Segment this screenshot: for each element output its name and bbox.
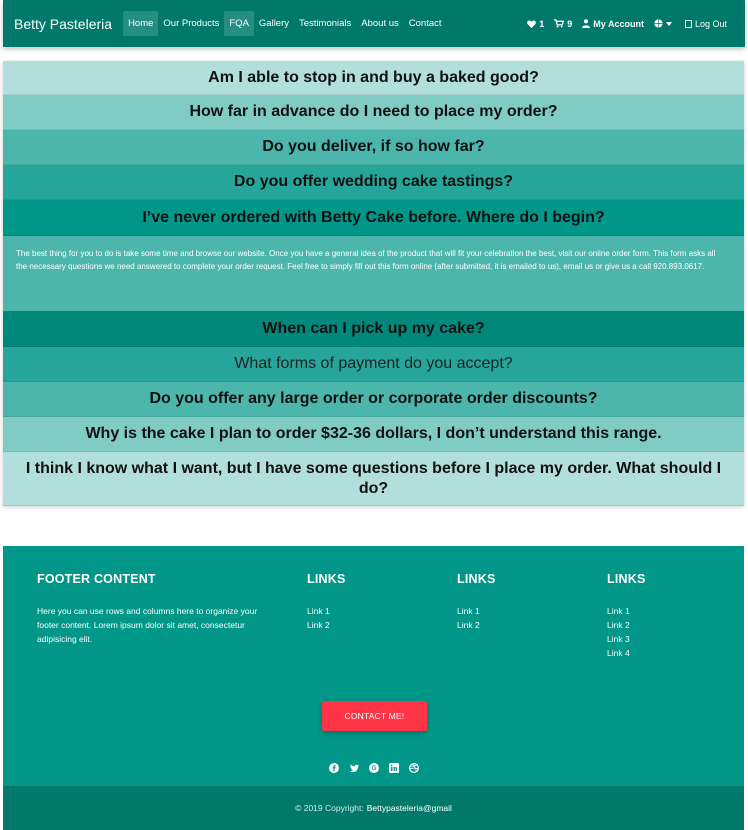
brand-logo[interactable]: Betty Pasteleria [14, 16, 112, 32]
footer: FOOTER CONTENT Here you can use rows and… [3, 546, 744, 830]
nav-contact[interactable]: Contact [404, 11, 447, 36]
svg-text:G: G [371, 766, 376, 772]
faq-question-8[interactable]: Do you offer any large order or corporat… [3, 382, 744, 417]
faq-question-9[interactable]: Why is the cake I plan to order $32-36 d… [3, 417, 744, 452]
footer-links-column-1: LINKS Link 1 Link 2 [307, 572, 427, 632]
contact-me-button[interactable]: CONTACT ME! [322, 701, 427, 731]
nav-testimonials[interactable]: Testimonials [294, 11, 356, 36]
footer-link[interactable]: Link 3 [607, 632, 727, 646]
copyright-owner-link[interactable]: Bettypasteleria@gmail [367, 803, 452, 813]
faq-question-4[interactable]: Do you offer wedding cake tastings? [3, 165, 744, 200]
faq-question-5[interactable]: I’ve never ordered with Betty Cake befor… [3, 200, 744, 236]
faq-question-6[interactable]: When can I pick up my cake? [3, 311, 744, 347]
dribbble-icon[interactable] [408, 763, 419, 773]
footer-link[interactable]: Link 1 [607, 604, 727, 618]
twitter-icon[interactable] [349, 763, 359, 773]
footer-link[interactable]: Link 1 [307, 604, 427, 618]
faq-question-3[interactable]: Do you deliver, if so how far? [3, 130, 744, 165]
footer-links-column-2: LINKS Link 1 Link 2 [457, 572, 577, 632]
copyright-bar: © 2019 Copyright: Bettypasteleria@gmail [3, 786, 744, 830]
caret-down-icon [665, 21, 672, 26]
cart-link[interactable]: 9 [554, 19, 572, 29]
my-account-label: My Account [593, 18, 644, 29]
footer-link[interactable]: Link 1 [457, 604, 577, 618]
footer-links-title: LINKS [457, 572, 496, 586]
logout-label: Log Out [694, 18, 727, 29]
footer-links-column-3: LINKS Link 1 Link 2 Link 3 Link 4 [607, 572, 727, 660]
facebook-icon[interactable] [328, 763, 339, 773]
my-account-link[interactable]: My Account [582, 19, 644, 29]
faq-question-7[interactable]: What forms of payment do you accept? [3, 347, 744, 382]
faq-accordion: Am I able to stop in and buy a baked goo… [3, 61, 744, 506]
nav-right: 1 9 My Account Log Out [517, 19, 727, 29]
footer-links-title: LINKS [307, 572, 346, 586]
linkedin-icon[interactable] [388, 763, 399, 773]
copyright-text: © 2019 Copyright: [295, 803, 364, 813]
cart-icon [554, 19, 565, 28]
nav-about-us[interactable]: About us [356, 11, 404, 36]
language-dropdown[interactable] [654, 19, 675, 28]
heart-icon [527, 19, 537, 28]
faq-question-10[interactable]: I think I know what I want, but I have s… [3, 452, 744, 506]
footer-link[interactable]: Link 4 [607, 646, 727, 660]
wishlist-link[interactable]: 1 [527, 19, 544, 29]
social-icons: G [3, 763, 744, 773]
faq-question-2[interactable]: How far in advance do I need to place my… [3, 95, 744, 130]
google-plus-icon[interactable]: G [368, 763, 379, 773]
footer-link[interactable]: Link 2 [607, 618, 727, 632]
wishlist-count: 1 [539, 18, 545, 29]
user-icon [582, 19, 591, 28]
cart-count: 9 [567, 18, 573, 29]
faq-question-1[interactable]: Am I able to stop in and buy a baked goo… [3, 61, 744, 95]
globe-icon [654, 19, 663, 28]
nav-fqa[interactable]: FQA [224, 11, 254, 36]
footer-link[interactable]: Link 2 [307, 618, 427, 632]
logout-icon [685, 19, 692, 28]
footer-content-title: FOOTER CONTENT [37, 572, 156, 586]
nav-links: Home Our Products FQA Gallery Testimonia… [123, 11, 446, 36]
nav-gallery[interactable]: Gallery [254, 11, 294, 36]
faq-answer-5: The best thing for you to do is take som… [3, 236, 744, 311]
nav-our-products[interactable]: Our Products [158, 11, 224, 36]
logout-link[interactable]: Log Out [685, 19, 727, 29]
footer-content-column: FOOTER CONTENT Here you can use rows and… [37, 572, 267, 646]
navbar: Betty Pasteleria Home Our Products FQA G… [3, 0, 745, 47]
footer-link[interactable]: Link 2 [457, 618, 577, 632]
nav-home[interactable]: Home [123, 11, 159, 36]
footer-content-text: Here you can use rows and columns here t… [37, 606, 258, 644]
footer-links-title: LINKS [607, 572, 646, 586]
